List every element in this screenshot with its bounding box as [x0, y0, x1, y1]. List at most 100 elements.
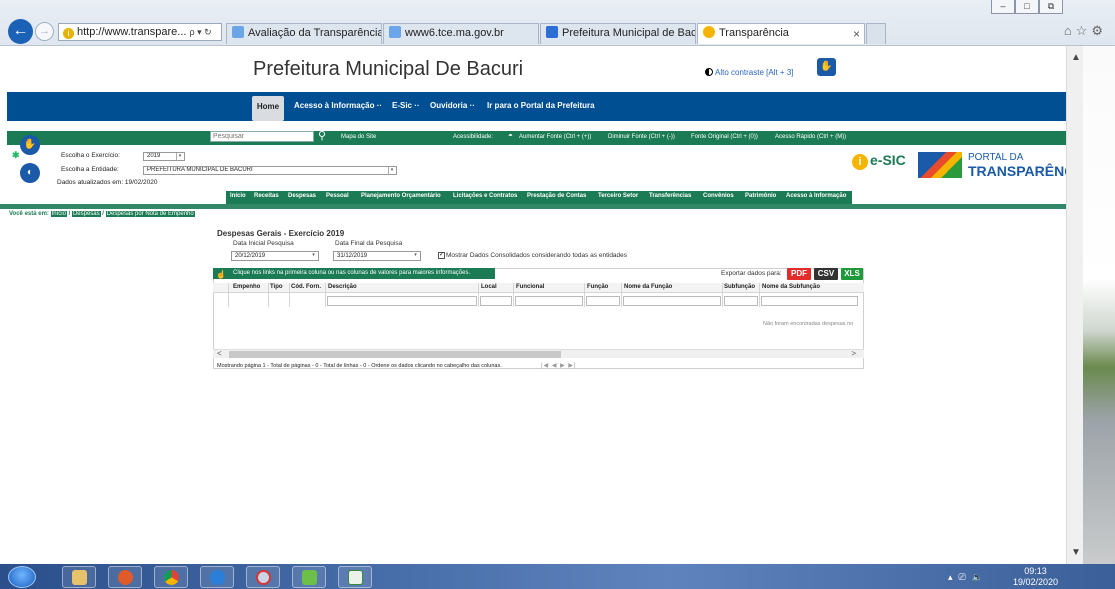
filter-nome-funcao[interactable]: [623, 296, 721, 306]
tab-avaliacao[interactable]: Avaliação da Transparência do...: [226, 23, 382, 44]
scroll-left-icon[interactable]: <: [217, 349, 222, 358]
col-funcao[interactable]: Função: [587, 284, 608, 290]
new-tab-button[interactable]: [866, 23, 886, 44]
quick-access-link[interactable]: Acesso Rápido (Ctrl + (M)): [775, 134, 846, 140]
breadcrumb-prefix: Você está em:: [9, 211, 49, 217]
decrease-font-link[interactable]: Diminuir Fonte (Ctrl + (-)): [608, 134, 675, 140]
taskbar-clock[interactable]: 09:13 19/02/2020: [1013, 566, 1058, 588]
prefeitura-icon: [546, 26, 558, 38]
taskbar-calc[interactable]: [338, 566, 372, 588]
forward-button[interactable]: →: [35, 22, 54, 41]
site-map-link[interactable]: Mapa do Site: [341, 134, 376, 140]
taskbar-chrome[interactable]: [154, 566, 188, 588]
address-controls[interactable]: ρ ▾ ↻: [190, 27, 212, 37]
subnav-licitacoes[interactable]: Licitações e Contratos: [453, 193, 517, 199]
taskbar-office[interactable]: [108, 566, 142, 588]
export-xls-button[interactable]: XLS: [841, 268, 863, 280]
increase-font-link[interactable]: Aumentar Fonte (Ctrl + (+)): [519, 134, 591, 140]
col-subfuncao[interactable]: Subfunção: [724, 284, 755, 290]
export-pdf-button[interactable]: PDF: [787, 268, 811, 280]
libras-accessibility-icon[interactable]: ✋: [20, 135, 40, 155]
col-cod-forn[interactable]: Cód. Forn.: [291, 284, 321, 290]
tab-label: www6.tce.ma.gov.br: [405, 27, 504, 39]
ie-icon: [210, 570, 225, 585]
subnav-patrimonio[interactable]: Patrimônio: [745, 193, 776, 199]
scroll-right-icon[interactable]: >: [851, 349, 856, 358]
breadcrumb-inicio[interactable]: Início: [50, 211, 67, 217]
column-divider: [228, 283, 229, 307]
column-divider: [513, 283, 514, 307]
start-button[interactable]: [8, 566, 36, 588]
subnav-receitas[interactable]: Receitas: [254, 193, 279, 199]
nav-ouvidoria[interactable]: Ouvidoria ··: [430, 101, 475, 110]
original-font-link[interactable]: Fonte Original (Ctrl + (0)): [691, 134, 758, 140]
scroll-thumb[interactable]: [229, 351, 561, 358]
subnav-planejamento[interactable]: Planejamento Orçamentário: [361, 193, 441, 199]
filter-funcao[interactable]: [586, 296, 620, 306]
scroll-down-icon[interactable]: ▼: [1071, 547, 1081, 558]
end-date-field[interactable]: 31/12/2019 ▾: [333, 251, 421, 261]
address-bar[interactable]: i http://www.transpare... ρ ▾ ↻: [58, 23, 222, 41]
search-icon[interactable]: ⚲: [318, 129, 326, 142]
subnav-terceiro-setor[interactable]: Terceiro Setor: [598, 193, 638, 199]
col-funcional[interactable]: Funcional: [516, 284, 544, 290]
entity-select[interactable]: PREFEITURA MUNICIPAL DE BACURI ▾: [143, 166, 397, 175]
subnav-prestacao[interactable]: Prestação de Contas: [527, 193, 586, 199]
col-nome-funcao[interactable]: Nome da Função: [624, 284, 672, 290]
export-csv-button[interactable]: CSV: [814, 268, 838, 280]
col-tipo[interactable]: Tipo: [270, 284, 283, 290]
high-contrast-link[interactable]: Alto contraste [Alt + 3]: [705, 68, 793, 77]
breadcrumb-current[interactable]: Despesas por Nota de Empenho: [105, 211, 195, 217]
filter-descricao[interactable]: [327, 296, 477, 306]
portal-transparencia-logo[interactable]: PORTAL DA TRANSPARÊNCIA: [918, 150, 1088, 180]
maximize-button[interactable]: □: [1015, 0, 1039, 14]
taskbar-search-app[interactable]: [246, 566, 280, 588]
filter-local[interactable]: [480, 296, 512, 306]
libras-hand-icon[interactable]: ✋: [817, 58, 836, 76]
subnav-pessoal[interactable]: Pessoal: [326, 193, 349, 199]
clock-date: 19/02/2020: [1013, 577, 1059, 587]
taskbar-explorer[interactable]: [62, 566, 96, 588]
accessibility-label: Acessibilidade:: [453, 134, 494, 140]
col-local[interactable]: Local: [481, 284, 497, 290]
minimize-button[interactable]: –: [991, 0, 1015, 14]
browser-toolbar-icons[interactable]: ⌂☆⚙: [1064, 23, 1107, 39]
subnav-acesso-informacao[interactable]: Acesso à Informação: [786, 193, 846, 199]
tab-prefeitura[interactable]: Prefeitura Municipal de Bacuri: [540, 23, 696, 44]
filter-nome-subfuncao[interactable]: [761, 296, 858, 306]
nav-esic[interactable]: E-Sic ··: [392, 101, 420, 110]
breadcrumb-despesas[interactable]: Despesas: [71, 211, 101, 217]
subnav-convenios[interactable]: Convênios: [703, 193, 734, 199]
nav-acesso-informacao[interactable]: Acesso à Informação ··: [294, 101, 382, 110]
pager-buttons[interactable]: |◀ ◀ ▶ ▶|: [541, 362, 577, 369]
taskbar-ie[interactable]: [200, 566, 234, 588]
system-tray-icons[interactable]: ▴⎚🔈: [948, 572, 989, 583]
col-empenho[interactable]: Empenho: [233, 284, 260, 290]
contrast-toggle-icon[interactable]: ◐: [20, 163, 40, 183]
exercise-select[interactable]: 2019 ▾: [143, 152, 185, 161]
table-horizontal-scrollbar[interactable]: < >: [213, 349, 864, 358]
back-button[interactable]: ←: [8, 19, 33, 44]
taskbar-app[interactable]: [292, 566, 326, 588]
tab-transparencia[interactable]: Transparência ×: [697, 23, 865, 44]
start-date-field[interactable]: 20/12/2019 ▾: [231, 251, 319, 261]
scroll-up-icon[interactable]: ▲: [1071, 52, 1081, 63]
start-date-label: Data Inicial Pesquisa: [233, 240, 294, 247]
page-vertical-scrollbar[interactable]: ▲ ▼: [1066, 46, 1083, 564]
subnav-despesas[interactable]: Despesas: [288, 193, 316, 199]
subnav-inicio[interactable]: Início: [230, 193, 246, 199]
search-input[interactable]: [210, 131, 314, 142]
col-nome-subfuncao[interactable]: Nome da Subfunção: [762, 284, 820, 290]
nav-home[interactable]: Home: [252, 96, 284, 121]
filter-funcional[interactable]: [515, 296, 583, 306]
filter-subfuncao[interactable]: [724, 296, 758, 306]
close-tab-icon[interactable]: ×: [853, 25, 860, 44]
consolidated-checkbox[interactable]: ✓: [438, 252, 445, 259]
subnav-transferencias[interactable]: Transferências: [649, 193, 691, 199]
restore-button[interactable]: ⧉: [1039, 0, 1063, 14]
tab-tce[interactable]: www6.tce.ma.gov.br: [383, 23, 539, 44]
tab-label: Transparência: [719, 27, 789, 39]
esic-logo[interactable]: i e-SIC: [852, 152, 912, 172]
col-descricao[interactable]: Descrição: [328, 284, 357, 290]
nav-portal-prefeitura[interactable]: Ir para o Portal da Prefeitura: [487, 101, 595, 110]
